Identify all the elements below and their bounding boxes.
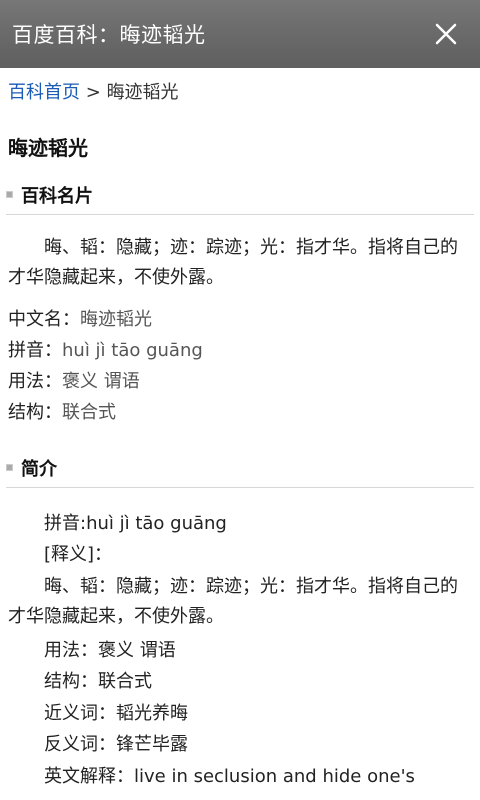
page-header-title: 百度百科：晦迹韬光 <box>12 23 206 47</box>
intro-section-heading: 简介 <box>6 455 474 488</box>
intro-synonym: 近义词：韬光养晦 <box>44 703 188 724</box>
field-value: huì jì tāo guāng <box>62 340 203 361</box>
intro-english: 英文解释：live in seclusion and hide one's <box>44 766 415 787</box>
field-label: 结构： <box>8 402 62 423</box>
field-value: 联合式 <box>62 402 116 423</box>
field-label: 中文名： <box>8 309 80 330</box>
field-usage: 用法：褒义 谓语 <box>8 366 140 397</box>
breadcrumb-current: 晦迹韬光 <box>106 82 179 103</box>
breadcrumb: 百科首页 > 晦迹韬光 <box>8 78 179 104</box>
card-section-heading: 百科名片 <box>6 182 474 215</box>
field-value: 晦迹韬光 <box>80 309 152 330</box>
section-bullet-icon <box>6 463 13 471</box>
page-title: 晦迹韬光 <box>8 136 88 160</box>
intro-usage: 用法：褒义 谓语 <box>44 640 176 661</box>
breadcrumb-home-link[interactable]: 百科首页 <box>8 82 80 103</box>
field-pinyin: 拼音：huì jì tāo guāng <box>8 335 203 366</box>
section-bullet-icon <box>6 190 13 198</box>
field-label: 用法： <box>8 371 62 392</box>
field-structure: 结构：联合式 <box>8 397 116 428</box>
intro-shiyi-label: [释义]： <box>44 544 113 565</box>
intro-heading-label: 简介 <box>21 459 57 480</box>
field-label: 拼音： <box>8 340 62 361</box>
field-value: 褒义 谓语 <box>62 371 140 392</box>
card-heading-label: 百科名片 <box>21 186 93 207</box>
intro-structure: 结构：联合式 <box>44 671 152 692</box>
breadcrumb-separator: > <box>85 82 101 103</box>
intro-shiyi-text: 晦、韬：隐藏；迹：踪迹；光：指才华。指将自己的才华隐藏起来，不使外露。 <box>8 576 458 627</box>
card-summary: 晦、韬：隐藏；迹：踪迹；光：指才华。指将自己的才华隐藏起来，不使外露。 <box>8 237 458 288</box>
intro-antonym: 反义词：锋芒毕露 <box>44 734 188 755</box>
field-chinese-name: 中文名：晦迹韬光 <box>8 304 152 335</box>
close-icon[interactable] <box>412 0 480 68</box>
title-bar: 百度百科：晦迹韬光 <box>0 0 480 68</box>
intro-pinyin: 拼音:huì jì tāo guāng <box>44 513 227 534</box>
